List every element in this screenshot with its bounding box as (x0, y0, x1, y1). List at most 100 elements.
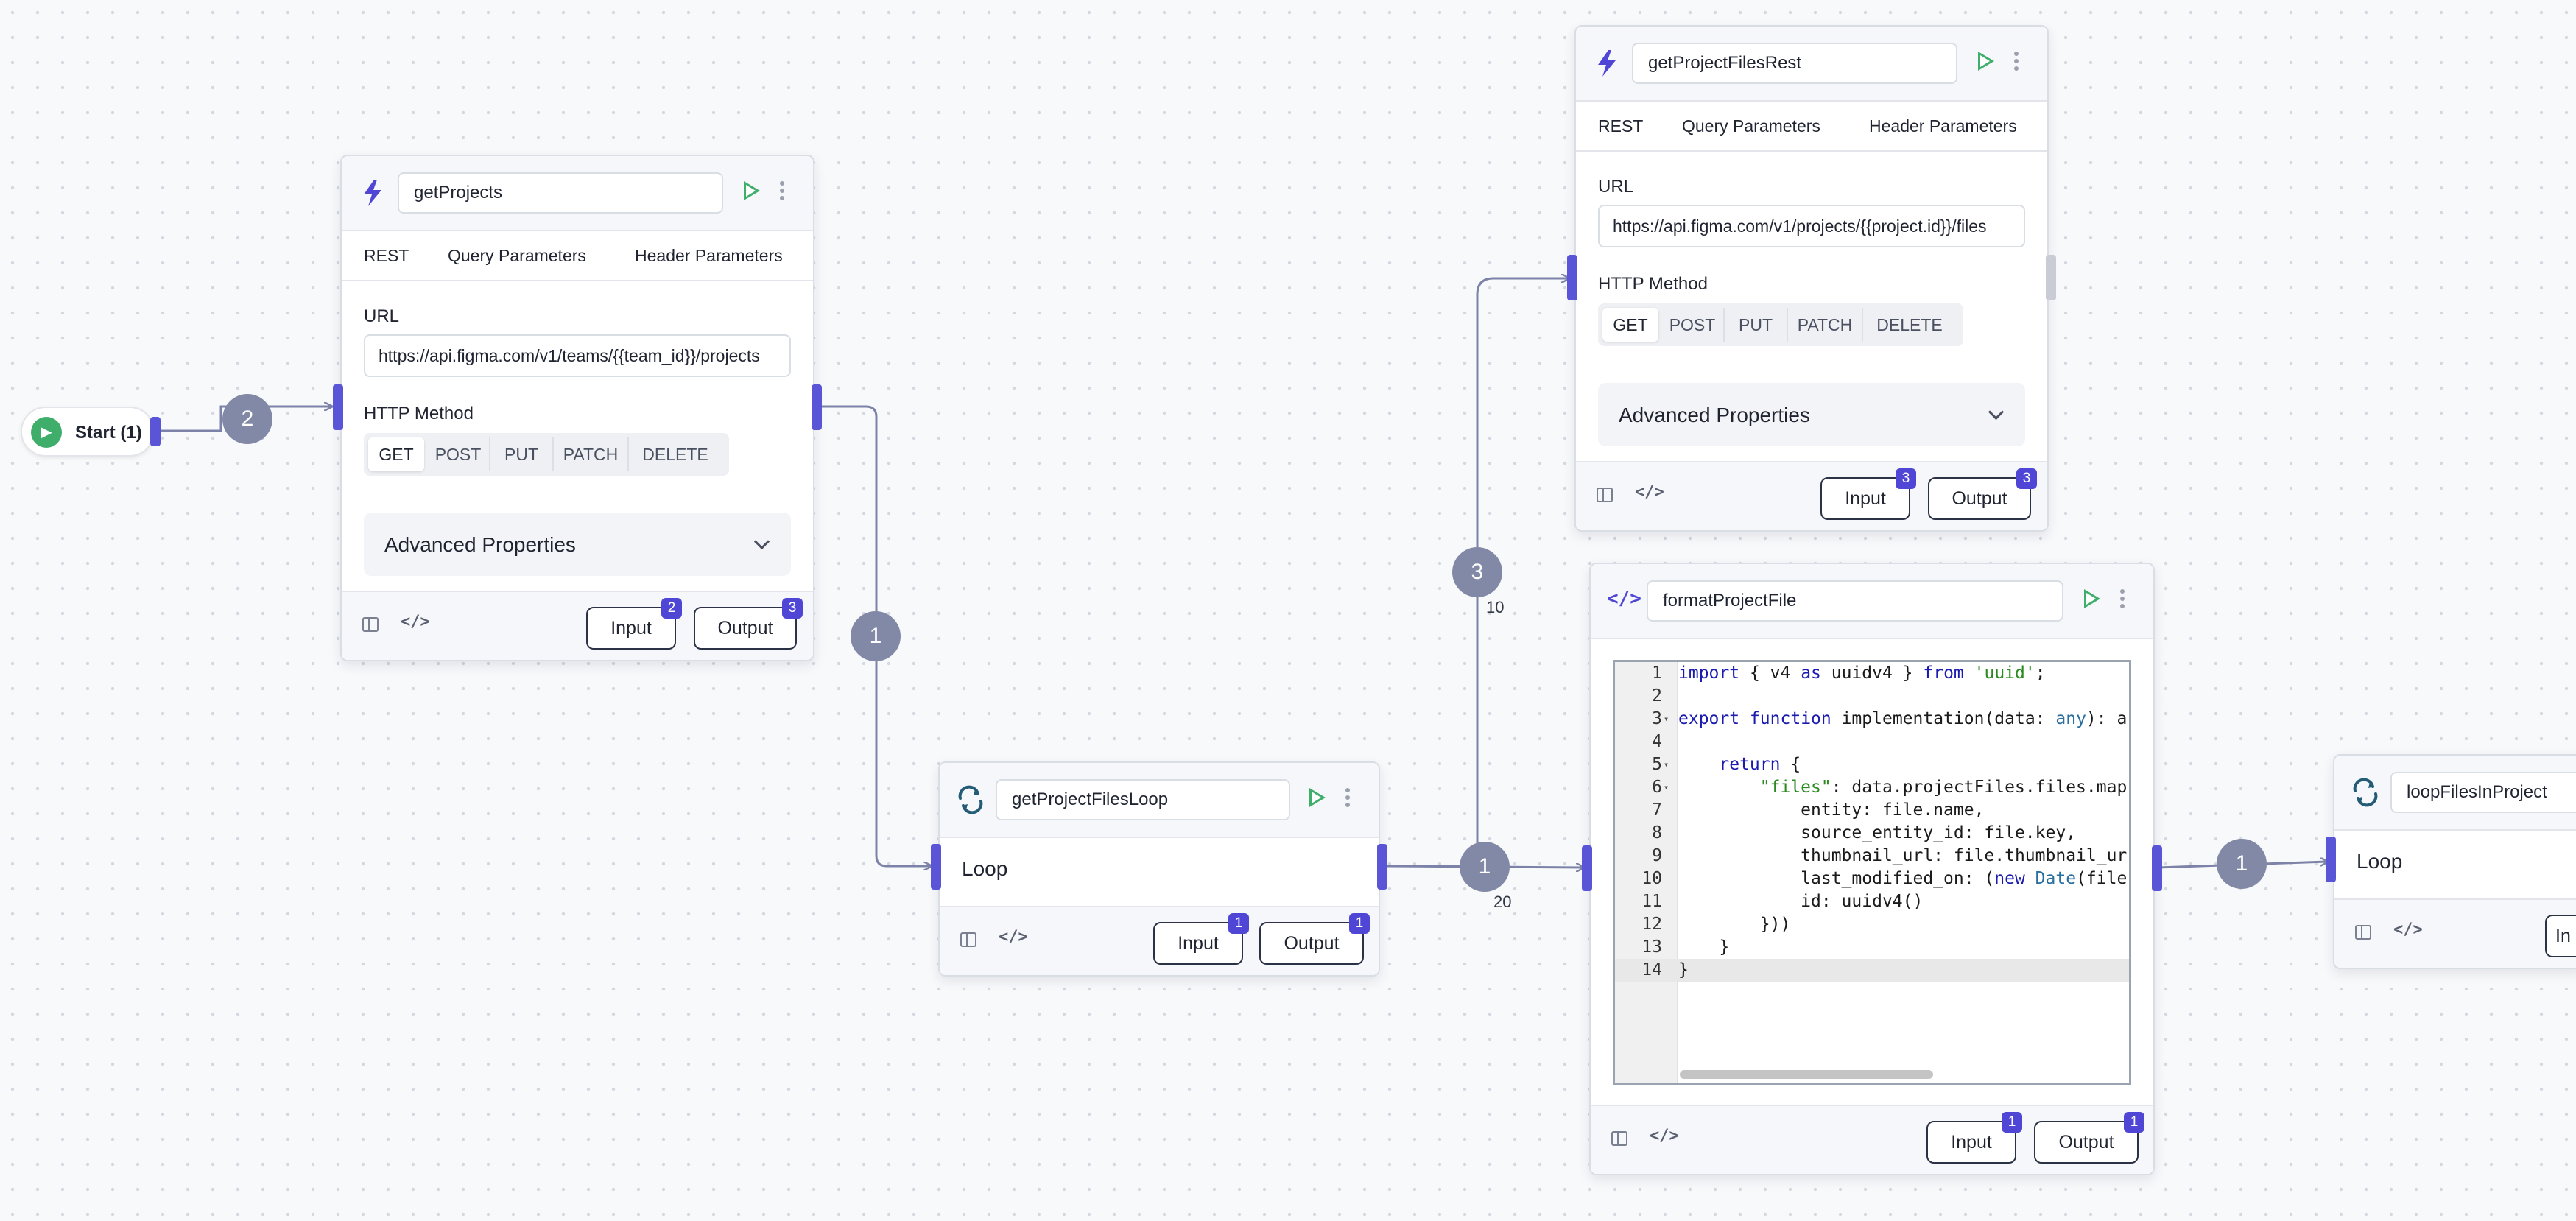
output-button[interactable]: Output 3 (1928, 468, 2037, 520)
input-label: In (2555, 926, 2571, 946)
code-line: 9 thumbnail_url: file.thumbnail_ur (1652, 846, 2128, 865)
getprojects-input-handle[interactable] (333, 384, 343, 430)
code-line-active: 14} (1615, 959, 2129, 982)
code-icon[interactable]: </> (1650, 1127, 1679, 1145)
input-button[interactable]: Input 1 (1153, 913, 1249, 965)
loop-input-handle[interactable] (931, 844, 941, 890)
loop-output-handle[interactable] (1377, 844, 1387, 890)
play-icon[interactable] (744, 181, 760, 200)
url-input[interactable]: https://api.figma.com/v1/teams/{{team_id… (364, 334, 791, 377)
more-vertical-icon[interactable] (2013, 49, 2019, 78)
node-name-input[interactable]: formatProjectFile (1647, 580, 2063, 622)
node-name-input[interactable]: loopFilesInProject (2390, 772, 2576, 813)
edge-badge-rest[interactable]: 3 (1452, 547, 1502, 597)
loopfiles-input-handle[interactable] (2326, 837, 2336, 882)
play-icon[interactable] (2084, 589, 2100, 608)
panel-icon[interactable] (960, 932, 976, 947)
node-footer: </> Input 3 Output 3 (1576, 461, 2047, 530)
code-icon[interactable]: </> (401, 613, 430, 631)
more-vertical-icon[interactable] (1345, 785, 1351, 814)
play-icon[interactable] (1309, 788, 1326, 807)
format-input-handle[interactable] (1582, 845, 1592, 891)
rest-input-handle[interactable] (1567, 255, 1577, 300)
more-vertical-icon[interactable] (779, 178, 785, 208)
tab-rest[interactable]: REST (364, 246, 409, 266)
code-icon[interactable]: </> (2393, 921, 2423, 939)
node-loopfilesinproject[interactable]: loopFilesInProject Loop </> In (2333, 754, 2576, 969)
more-vertical-icon[interactable] (2119, 586, 2125, 616)
output-label: Output (2058, 1132, 2114, 1153)
start-node[interactable]: ▶ Start (1) (21, 407, 155, 457)
panel-icon[interactable] (1611, 1131, 1627, 1146)
input-button[interactable]: Input 3 (1820, 468, 1916, 520)
output-count: 3 (2016, 468, 2037, 489)
code-editor[interactable]: 1 import { v4 as uuidv4 } from 'uuid'; 2 … (1613, 660, 2131, 1085)
panel-icon[interactable] (2355, 925, 2371, 940)
output-button[interactable]: Output 1 (1259, 913, 1370, 965)
bolt-icon (1598, 50, 1616, 77)
panel-icon[interactable] (362, 617, 379, 632)
node-header: getProjectFilesLoop (940, 763, 1379, 838)
edge-badge-loopfiles[interactable]: 1 (2217, 839, 2267, 889)
input-button[interactable]: In (2545, 915, 2576, 957)
method-patch[interactable]: PATCH (1788, 308, 1863, 342)
url-input[interactable]: https://api.figma.com/v1/projects/{{proj… (1598, 205, 2025, 247)
method-delete[interactable]: DELETE (629, 437, 722, 471)
play-icon[interactable]: ▶ (31, 417, 62, 448)
code-icon[interactable]: </> (999, 928, 1028, 946)
format-output-handle[interactable] (2152, 845, 2162, 891)
tab-header-parameters[interactable]: Header Parameters (1869, 116, 2017, 136)
panel-icon[interactable] (1597, 488, 1613, 502)
node-name-input[interactable]: getProjectFilesLoop (996, 779, 1290, 820)
http-method-label: HTTP Method (364, 404, 474, 423)
code-line: 13 } (1641, 937, 1730, 957)
method-delete[interactable]: DELETE (1863, 308, 1956, 342)
code-line: 4 (1652, 732, 1662, 751)
code-line: 3 ▾ export function implementation(data: a… (1652, 709, 2128, 728)
loop-label: Loop (2357, 850, 2403, 873)
node-name-input[interactable]: getProjects (398, 172, 723, 214)
node-getprojects[interactable]: getProjects REST Query Parameters Header… (340, 155, 814, 661)
play-icon[interactable] (1978, 52, 1994, 71)
output-label: Output (717, 618, 773, 638)
start-output-handle[interactable] (150, 417, 161, 446)
tab-header-parameters[interactable]: Header Parameters (635, 246, 783, 266)
input-button[interactable]: Input 2 (586, 598, 682, 650)
input-label: Input (1845, 488, 1886, 509)
method-put[interactable]: PUT (490, 437, 554, 471)
edge-badge-format[interactable]: 1 (1460, 842, 1510, 892)
node-name-input[interactable]: getProjectFilesRest (1632, 43, 1957, 84)
input-button[interactable]: Input 1 (1926, 1112, 2022, 1164)
method-post[interactable]: POST (427, 437, 490, 471)
node-footer: </> In (2334, 898, 2576, 968)
advanced-properties[interactable]: Advanced Properties (1598, 383, 2025, 446)
node-formatprojectfile[interactable]: </> formatProjectFile 1 import { v4 as uu… (1589, 563, 2155, 1175)
tab-query-parameters[interactable]: Query Parameters (448, 246, 586, 266)
loop-icon (2353, 778, 2378, 807)
edge-badge-getprojects[interactable]: 1 (851, 611, 901, 661)
code-line: 5 ▾ return { (1652, 755, 1801, 774)
http-method-selector: GET POST PUT PATCH DELETE (364, 433, 729, 476)
output-button[interactable]: Output 3 (694, 598, 803, 650)
input-label: Input (610, 618, 652, 638)
method-put[interactable]: PUT (1725, 308, 1788, 342)
method-post[interactable]: POST (1661, 308, 1725, 342)
tab-rest[interactable]: REST (1598, 116, 1643, 136)
edge-badge-start[interactable]: 2 (222, 394, 272, 444)
node-getprojectfilesrest[interactable]: getProjectFilesRest REST Query Parameter… (1574, 25, 2049, 532)
output-button[interactable]: Output 1 (2034, 1112, 2144, 1164)
method-get[interactable]: GET (368, 437, 424, 471)
getprojects-output-handle[interactable] (812, 384, 822, 430)
node-getprojectfilesloop[interactable]: getProjectFilesLoop Loop </> Input 1 Out… (938, 761, 1380, 977)
node-tabs: REST Query Parameters Header Parameters (1576, 102, 2047, 152)
tab-query-parameters[interactable]: Query Parameters (1682, 116, 1820, 136)
url-label: URL (1598, 177, 1634, 197)
method-patch[interactable]: PATCH (554, 437, 629, 471)
rest-output-handle[interactable] (2046, 255, 2056, 300)
advanced-properties[interactable]: Advanced Properties (364, 513, 791, 576)
horizontal-scrollbar[interactable] (1680, 1070, 1933, 1079)
code-icon[interactable]: </> (1635, 483, 1664, 502)
code-line: 12 })) (1641, 915, 1791, 934)
code-line: 1 import { v4 as uuidv4 } from 'uuid'; (1652, 664, 2046, 683)
method-get[interactable]: GET (1602, 308, 1658, 342)
